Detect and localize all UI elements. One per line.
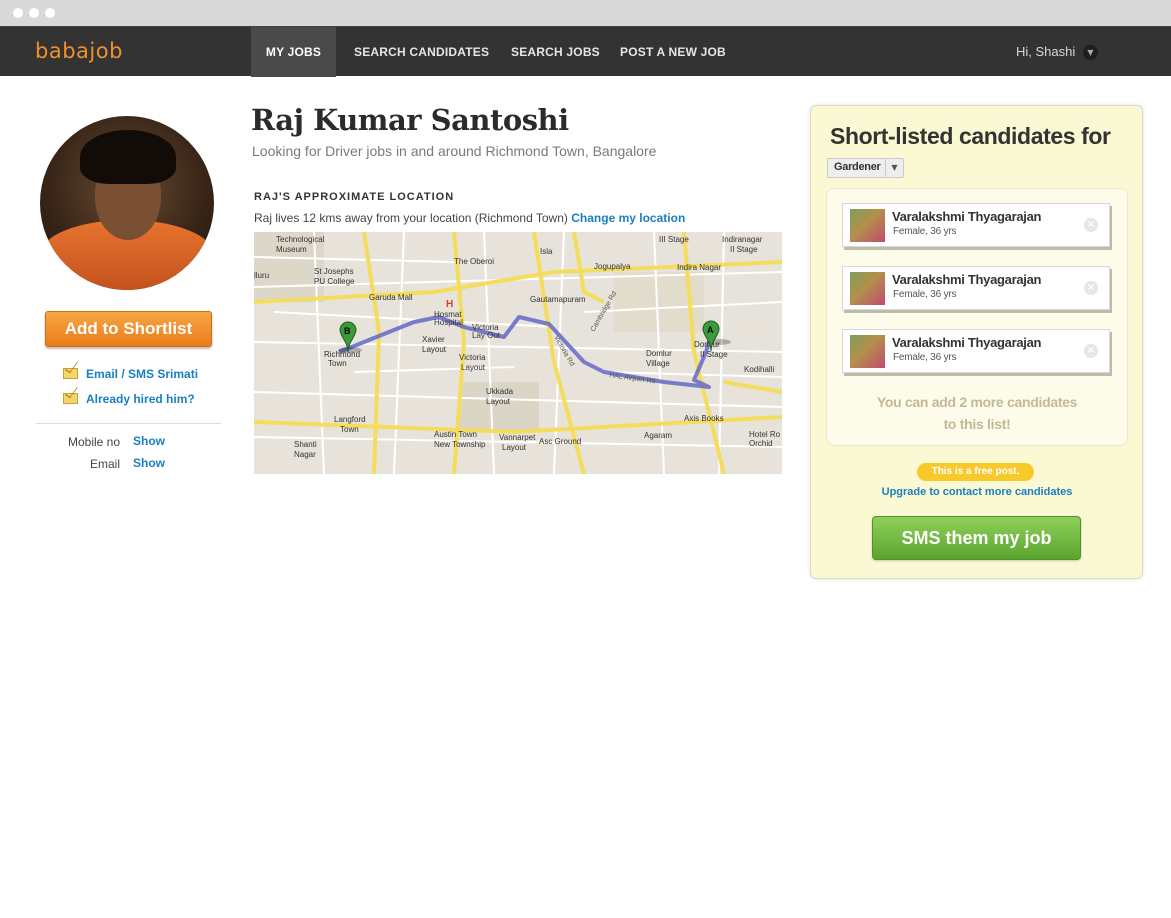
window-dot-icon	[45, 8, 55, 18]
svg-text:H: H	[446, 299, 453, 310]
close-icon[interactable]: ×	[1084, 218, 1098, 232]
sms-job-button[interactable]: SMS them my job	[872, 516, 1081, 560]
candidate-card-name[interactable]: Varalakshmi Thyagarajan	[892, 335, 1041, 350]
svg-text:Axis Books: Axis Books	[684, 414, 724, 423]
location-heading: RAJ'S APPROXIMATE LOCATION	[254, 191, 455, 203]
svg-text:Layout: Layout	[502, 443, 527, 452]
svg-text:Town: Town	[340, 425, 359, 434]
svg-text:A: A	[707, 325, 714, 335]
job-select[interactable]: Gardener ▼	[827, 158, 904, 178]
close-icon[interactable]: ×	[1084, 281, 1098, 295]
candidate-card-meta: Female, 36 yrs	[893, 289, 957, 300]
candidate-card-meta: Female, 36 yrs	[893, 226, 957, 237]
location-map[interactable]: Technological Museum lluru St Josephs PU C…	[254, 232, 782, 474]
svg-text:Hospital: Hospital	[434, 318, 463, 327]
svg-text:Domlur: Domlur	[646, 349, 672, 358]
svg-text:Museum: Museum	[276, 245, 307, 254]
svg-text:Layout: Layout	[422, 345, 447, 354]
svg-text:Hotel Ro: Hotel Ro	[749, 430, 781, 439]
window-dot-icon	[29, 8, 39, 18]
nav-search-candidates[interactable]: SEARCH CANDIDATES	[354, 27, 489, 77]
candidate-card[interactable]: Varalakshmi Thyagarajan Female, 36 yrs ×	[842, 329, 1110, 373]
email-sms-link[interactable]: Email / SMS Srimati	[86, 367, 198, 381]
svg-text:Agaram: Agaram	[644, 431, 672, 440]
svg-text:Town: Town	[328, 359, 347, 368]
candidate-card-name[interactable]: Varalakshmi Thyagarajan	[892, 209, 1041, 224]
mail-icon	[63, 368, 78, 379]
already-hired-link[interactable]: Already hired him?	[86, 392, 195, 406]
close-icon[interactable]: ×	[1084, 344, 1098, 358]
logo[interactable]: babajob	[35, 39, 123, 63]
job-select-value: Gardener	[834, 161, 881, 173]
candidate-card-name[interactable]: Varalakshmi Thyagarajan	[892, 272, 1041, 287]
svg-text:The Oberoi: The Oberoi	[454, 257, 494, 266]
svg-text:Indiranagar: Indiranagar	[722, 235, 763, 244]
distance-text: Raj lives 12 kms away from your location…	[254, 211, 685, 225]
add-more-message: You can add 2 more candidates to this li…	[826, 391, 1128, 435]
free-post-badge: This is a free post.	[917, 463, 1034, 481]
svg-text:II Stage: II Stage	[730, 245, 758, 254]
mobile-label: Mobile no	[67, 435, 120, 449]
svg-text:Layout: Layout	[486, 397, 511, 406]
svg-text:Lay Out: Lay Out	[472, 331, 501, 340]
show-email-link[interactable]: Show	[133, 456, 165, 470]
candidate-subtitle: Looking for Driver jobs in and around Ri…	[252, 143, 657, 159]
svg-text:Gautamapuram: Gautamapuram	[530, 295, 586, 304]
svg-text:Austin Town: Austin Town	[434, 430, 477, 439]
svg-text:Nagar: Nagar	[294, 450, 316, 459]
svg-text:PU College: PU College	[314, 277, 355, 286]
svg-text:Langford: Langford	[334, 415, 366, 424]
candidate-thumb	[850, 272, 885, 305]
mail-icon	[63, 393, 78, 404]
svg-text:III Stage: III Stage	[659, 235, 689, 244]
svg-text:Shanti: Shanti	[294, 440, 317, 449]
chevron-down-icon[interactable]: ▼	[1083, 45, 1098, 60]
svg-text:Orchid: Orchid	[749, 439, 773, 448]
distance-description: Raj lives 12 kms away from your location…	[254, 211, 568, 225]
candidate-card-meta: Female, 36 yrs	[893, 352, 957, 363]
svg-text:II Stage: II Stage	[700, 350, 728, 359]
svg-text:Asc Ground: Asc Ground	[539, 437, 581, 446]
user-greeting[interactable]: Hi, Shashi	[1016, 44, 1075, 59]
svg-text:B: B	[344, 326, 351, 336]
candidate-name: Raj Kumar Santoshi	[251, 103, 569, 137]
upgrade-link[interactable]: Upgrade to contact more candidates	[826, 486, 1128, 498]
svg-text:Village: Village	[646, 359, 670, 368]
svg-text:Vannarpet: Vannarpet	[499, 433, 536, 442]
svg-text:New Township: New Township	[434, 440, 486, 449]
candidate-card[interactable]: Varalakshmi Thyagarajan Female, 36 yrs ×	[842, 203, 1110, 247]
avatar	[40, 116, 214, 290]
change-location-link[interactable]: Change my location	[571, 211, 685, 225]
svg-text:Jogupalya: Jogupalya	[594, 262, 631, 271]
top-nav: babajob MY JOBS SEARCH CANDIDATES SEARCH…	[0, 26, 1171, 77]
svg-text:Indira Nagar: Indira Nagar	[677, 263, 721, 272]
svg-text:Xavier: Xavier	[422, 335, 445, 344]
candidate-thumb	[850, 335, 885, 368]
add-more-line2: to this list!	[943, 416, 1011, 432]
show-mobile-link[interactable]: Show	[133, 434, 165, 448]
add-to-shortlist-button[interactable]: Add to Shortlist	[45, 311, 212, 347]
svg-text:Kodihalli: Kodihalli	[744, 365, 774, 374]
svg-text:lluru: lluru	[254, 271, 269, 280]
nav-my-jobs[interactable]: MY JOBS	[251, 27, 336, 77]
svg-text:Garuda Mall: Garuda Mall	[369, 293, 413, 302]
svg-text:Victoria: Victoria	[459, 353, 486, 362]
window-dot-icon	[13, 8, 23, 18]
svg-text:Isla: Isla	[540, 247, 553, 256]
nav-post-new-job[interactable]: POST A NEW JOB	[620, 27, 726, 77]
svg-text:St Josephs: St Josephs	[314, 267, 354, 276]
svg-text:Ukkada: Ukkada	[486, 387, 514, 396]
add-more-line1: You can add 2 more candidates	[876, 394, 1078, 410]
map-canvas[interactable]: TechnologicalMuseum lluru St JosephsPU C…	[254, 232, 782, 474]
browser-chrome	[0, 0, 1171, 26]
svg-text:Technological: Technological	[276, 235, 325, 244]
shortlist-title: Short-listed candidates for	[830, 123, 1111, 149]
email-label: Email	[89, 457, 120, 471]
candidate-card[interactable]: Varalakshmi Thyagarajan Female, 36 yrs ×	[842, 266, 1110, 310]
candidate-thumb	[850, 209, 885, 242]
svg-text:Layout: Layout	[461, 363, 486, 372]
nav-search-jobs[interactable]: SEARCH JOBS	[511, 27, 600, 77]
chevron-down-icon[interactable]: ▼	[885, 159, 903, 177]
divider	[36, 423, 221, 424]
